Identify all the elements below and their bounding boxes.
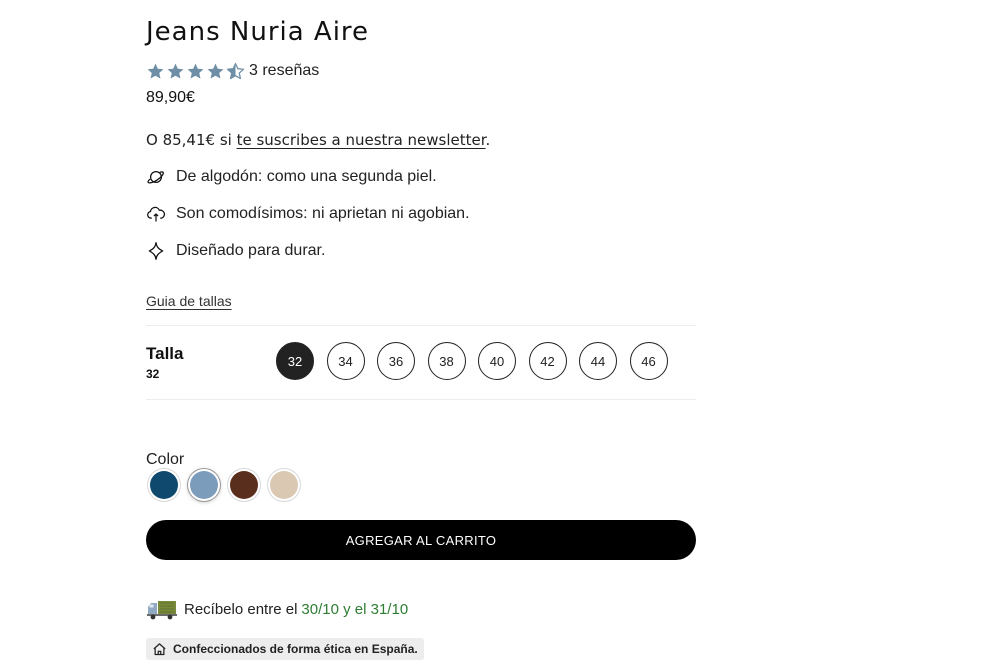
- size-option-44[interactable]: 44: [579, 342, 617, 380]
- product-rating[interactable]: 3 reseñas: [146, 61, 319, 81]
- sparkle-icon: [148, 242, 164, 260]
- star-icon: [207, 63, 224, 79]
- size-selector: Talla 32 32 34 36 38 40 42 44 46: [146, 325, 696, 400]
- size-option-34[interactable]: 34: [326, 342, 365, 380]
- size-option-46[interactable]: 46: [629, 342, 668, 380]
- add-to-cart-button[interactable]: AGREGAR AL CARRITO: [146, 520, 696, 560]
- feature-durable: Diseñado para durar.: [146, 240, 325, 262]
- rating-stars: [146, 62, 245, 81]
- product-title: Jeans Nuria Aire: [146, 17, 370, 47]
- cloud-icon: [147, 206, 166, 222]
- delivery-dates: 30/10 y el 31/10: [301, 600, 409, 618]
- ethic-text: Confeccionados de forma ética en España.: [173, 642, 418, 656]
- feature-text: De algodón: como una segunda piel.: [176, 168, 437, 185]
- ethic-badge: Confeccionados de forma ética en España.: [146, 638, 424, 660]
- color-swatches: [150, 471, 298, 499]
- size-option-42[interactable]: 42: [528, 342, 567, 380]
- size-option-38[interactable]: 38: [427, 342, 466, 380]
- star-icon: [147, 63, 164, 79]
- feature-cotton: De algodón: como una segunda piel.: [146, 166, 437, 188]
- color-swatch[interactable]: [150, 471, 178, 499]
- size-guide-link[interactable]: Guia de tallas: [146, 293, 232, 309]
- delivery-prefix: Recíbelo entre el: [184, 600, 298, 618]
- selected-size: 32: [146, 367, 160, 381]
- star-icon: [187, 63, 204, 79]
- size-options: 32 34 36 38 40 42 44 46: [276, 342, 668, 380]
- feature-text: Son comodísimos: ni aprietan ni agobian.: [176, 205, 470, 222]
- newsletter-link[interactable]: te suscribes a nuestra newsletter: [237, 131, 486, 149]
- product-price: 89,90€: [146, 89, 195, 106]
- size-option-36[interactable]: 36: [377, 342, 415, 380]
- newsletter-suffix: .: [485, 131, 491, 149]
- newsletter-offer: O 85,41€ si te suscribes a nuestra newsl…: [146, 131, 490, 149]
- star-half-icon: [226, 62, 245, 79]
- color-label: Color: [146, 451, 185, 468]
- size-option-32[interactable]: 32: [276, 342, 314, 380]
- reviews-count[interactable]: 3 reseñas: [249, 62, 319, 80]
- newsletter-prefix: O 85,41€ si: [146, 131, 237, 149]
- planet-icon: [147, 170, 164, 184]
- color-swatch[interactable]: [190, 471, 218, 499]
- star-icon: [167, 63, 184, 79]
- truck-icon: [147, 601, 177, 620]
- color-swatch[interactable]: [270, 471, 298, 499]
- home-icon: [153, 642, 166, 655]
- delivery-estimate: Recíbelo entre el 30/10 y el 31/10: [146, 596, 408, 622]
- color-swatch[interactable]: [230, 471, 258, 499]
- feature-comfort: Son comodísimos: ni aprietan ni agobian.: [146, 203, 470, 225]
- size-option-40[interactable]: 40: [478, 342, 516, 380]
- size-label: Talla: [146, 344, 184, 363]
- feature-text: Diseñado para durar.: [176, 242, 326, 259]
